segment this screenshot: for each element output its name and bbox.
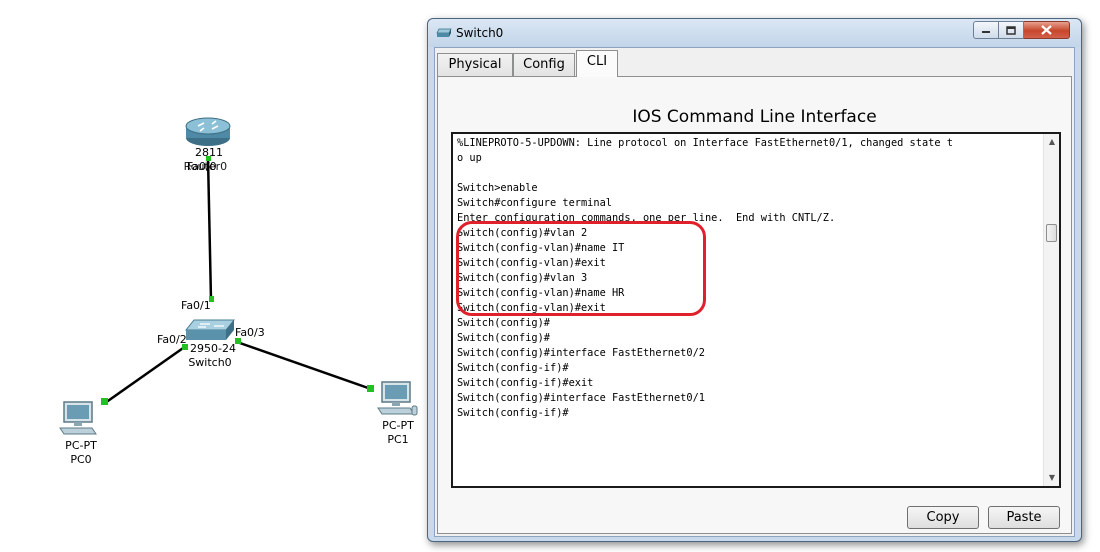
tab-config[interactable]: Config [513, 53, 575, 76]
console-line: Switch(config-vlan)#name IT [457, 242, 625, 254]
window-titlebar[interactable]: Switch0 [428, 19, 1081, 47]
link-switch-pc0[interactable] [104, 344, 187, 405]
router-icon[interactable] [184, 114, 232, 148]
console-line: Switch(config)# [457, 332, 550, 344]
console-line: %LINEPROTO-5-UPDOWN: Line protocol on In… [457, 137, 953, 149]
switch-icon[interactable] [184, 318, 236, 344]
minimize-button[interactable] [973, 21, 999, 39]
console-line: Switch(config)#interface FastEthernet0/1 [457, 392, 705, 404]
console-line: Switch(config-vlan)#exit [457, 302, 606, 314]
topology-links [101, 156, 374, 405]
minimize-icon [982, 31, 990, 33]
console-line: Switch(config)#vlan 3 [457, 272, 588, 284]
maximize-button[interactable] [999, 21, 1024, 39]
console-line: Enter configuration commands, one per li… [457, 212, 836, 224]
switch-fa02-label: Fa0/2 [157, 333, 187, 346]
device-window: Switch0 Physical Config CLI IOS Command … [427, 18, 1082, 542]
router-model-label: 2811 [195, 146, 223, 159]
scroll-down-arrow-icon[interactable]: ▼ [1044, 470, 1060, 486]
window-client-area: Physical Config CLI IOS Command Line Int… [434, 47, 1075, 537]
link-switch-pc1[interactable] [236, 340, 372, 391]
link-router-switch[interactable] [206, 157, 213, 301]
cli-panel: IOS Command Line Interface %LINEPROTO-5-… [437, 76, 1072, 534]
link-led-pc0 [101, 398, 108, 405]
tab-cli[interactable]: CLI [576, 50, 618, 77]
console-line: Switch>enable [457, 182, 538, 194]
console-line: o up [457, 152, 482, 164]
paste-button[interactable]: Paste [988, 506, 1060, 529]
console-line: Switch(config-if)# [457, 407, 569, 419]
scroll-up-arrow-icon[interactable]: ▲ [1044, 134, 1060, 150]
pc1-icon[interactable] [376, 380, 420, 418]
switch-fa03-label: Fa0/3 [235, 326, 265, 339]
pc0-model-label: PC-PT [65, 439, 97, 452]
pc1-model-label: PC-PT [382, 419, 414, 432]
console-scrollbar[interactable]: ▲ ▼ [1043, 134, 1059, 486]
console-line: Switch(config)#interface FastEthernet0/2 [457, 347, 705, 359]
console-line: Switch#configure terminal [457, 197, 612, 209]
console-line: Switch(config-vlan)#name HR [457, 287, 625, 299]
cli-heading: IOS Command Line Interface [632, 107, 877, 127]
pc1-name-label: PC1 [387, 433, 409, 446]
router-name-label: Router0 [183, 160, 228, 173]
console-line: Switch(config-if)# [457, 362, 569, 374]
switch-name-label: Switch0 [188, 356, 232, 369]
pc0-icon[interactable] [58, 400, 98, 438]
link-led-pc1 [367, 385, 374, 392]
close-icon [1041, 25, 1052, 35]
switch-fa01-label: Fa0/1 [181, 299, 211, 312]
pc0-name-label: PC0 [70, 453, 92, 466]
switch-icon [436, 28, 452, 37]
console-line: Switch(config-vlan)#exit [457, 257, 606, 269]
tab-physical[interactable]: Physical [437, 53, 513, 76]
switch-model-label: 2950-24 [190, 342, 236, 355]
cli-console[interactable]: %LINEPROTO-5-UPDOWN: Line protocol on In… [451, 132, 1061, 488]
close-button[interactable] [1024, 21, 1070, 39]
console-line: Switch(config)# [457, 317, 550, 329]
console-line: Switch(config-if)#exit [457, 377, 594, 389]
router-port-label: Fa0/0Router0 [183, 160, 228, 173]
scrollbar-thumb[interactable] [1046, 224, 1057, 242]
console-line: Switch(config)#vlan 2 [457, 227, 588, 239]
maximize-icon [1006, 25, 1016, 35]
window-title: Switch0 [456, 26, 504, 40]
copy-button[interactable]: Copy [907, 506, 979, 529]
topology-workspace: 2811 Fa0/0Router0 2950-24 Switch0 Fa0/1 … [0, 0, 430, 552]
console-output[interactable]: %LINEPROTO-5-UPDOWN: Line protocol on In… [457, 136, 1042, 484]
